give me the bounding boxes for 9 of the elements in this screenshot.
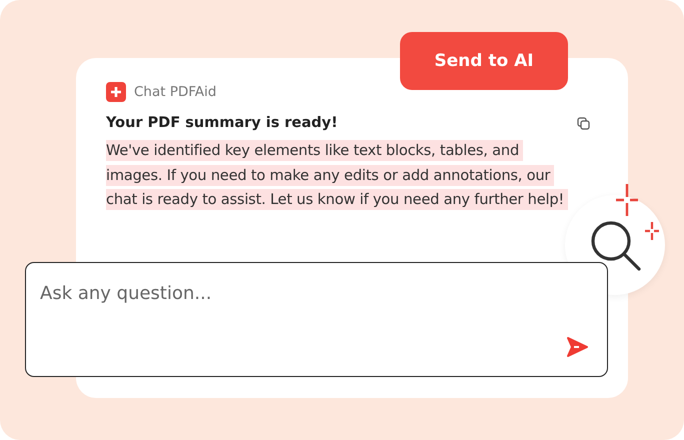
copy-icon[interactable] — [577, 116, 590, 130]
plus-logo-icon — [106, 82, 126, 102]
sparkle-icon — [616, 184, 638, 216]
sparkle-icon — [645, 222, 659, 240]
question-field[interactable]: Ask any question... — [25, 262, 608, 377]
message-title: Your PDF summary is ready! — [106, 115, 338, 131]
send-arrow-icon[interactable] — [566, 337, 588, 357]
send-button[interactable]: Send to AI — [400, 32, 568, 90]
app-name: Chat PDFAid — [134, 84, 216, 100]
